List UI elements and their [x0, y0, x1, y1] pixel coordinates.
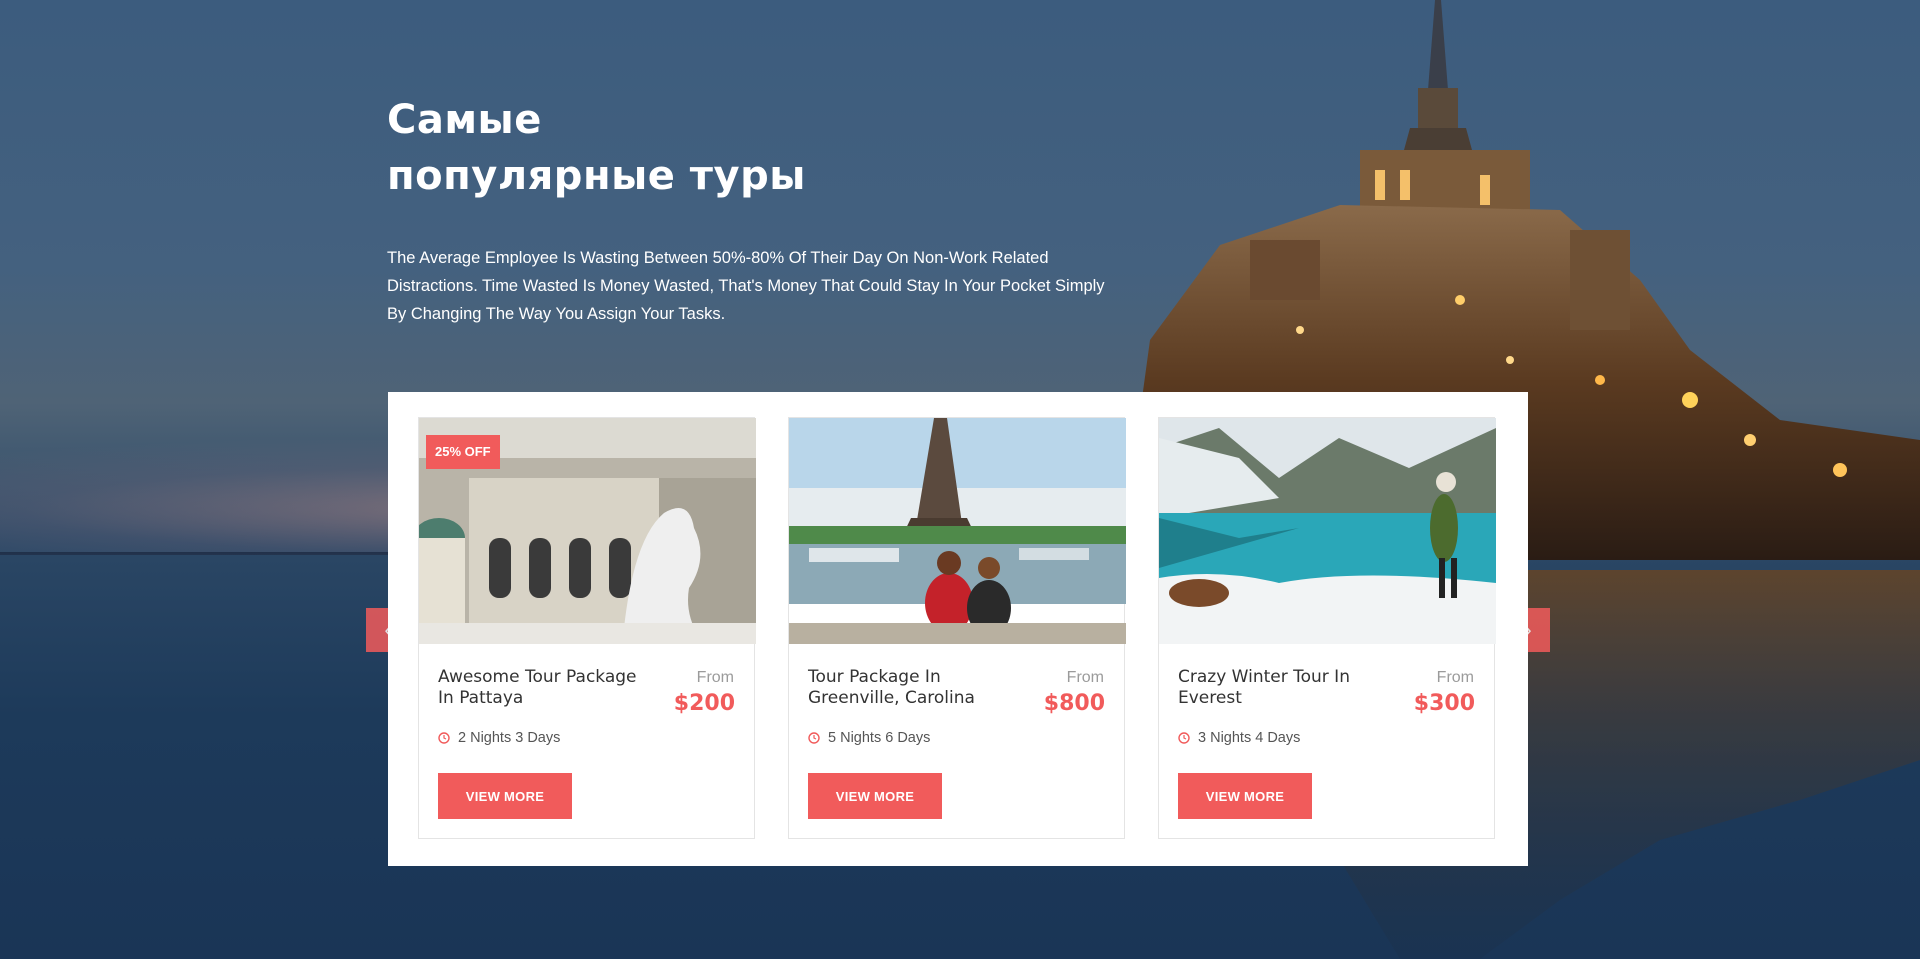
title-line-1: Самые [387, 97, 542, 143]
tour-name[interactable]: Tour Package In Greenville, Carolina [808, 667, 1008, 709]
view-more-button[interactable]: VIEW MORE [808, 773, 942, 819]
title-line-2: популярные туры [387, 153, 806, 199]
tours-slider: 25% OFF Awesome Tour Package In Pattaya … [388, 392, 1528, 866]
tour-image[interactable] [789, 418, 1126, 644]
from-label: From [1066, 669, 1104, 686]
duration-text: 3 Nights 4 Days [1198, 730, 1301, 746]
view-more-button[interactable]: VIEW MORE [1178, 773, 1312, 819]
tour-card: 25% OFF Awesome Tour Package In Pattaya … [418, 417, 756, 839]
tour-price: $200 [673, 691, 735, 716]
tour-card: Tour Package In Greenville, Carolina Fro… [788, 417, 1126, 839]
duration-text: 2 Nights 3 Days [458, 730, 561, 746]
tour-name[interactable]: Crazy Winter Tour In Everest [1178, 667, 1378, 709]
view-more-button[interactable]: VIEW MORE [438, 773, 572, 819]
clock-icon [808, 732, 820, 744]
from-label: From [1436, 669, 1474, 686]
tour-name[interactable]: Awesome Tour Package In Pattaya [438, 667, 638, 709]
tour-duration: 3 Nights 4 Days [1178, 730, 1300, 746]
discount-badge: 25% OFF [426, 435, 500, 469]
tour-image[interactable]: 25% OFF [419, 418, 756, 644]
clock-icon [1178, 732, 1190, 744]
hero-content: Самые популярные туры The Average Employ… [387, 92, 1147, 328]
tour-image[interactable] [1159, 418, 1496, 644]
hero-description: The Average Employee Is Wasting Between … [387, 249, 1105, 323]
tour-price: $800 [1043, 691, 1105, 716]
duration-text: 5 Nights 6 Days [828, 730, 931, 746]
clock-icon [438, 732, 450, 744]
tour-duration: 5 Nights 6 Days [808, 730, 930, 746]
tour-price: $300 [1413, 691, 1475, 716]
from-label: From [696, 669, 734, 686]
page-title: Самые популярные туры [387, 92, 1147, 204]
tour-card: Crazy Winter Tour In Everest From $300 3… [1158, 417, 1496, 839]
tour-duration: 2 Nights 3 Days [438, 730, 560, 746]
